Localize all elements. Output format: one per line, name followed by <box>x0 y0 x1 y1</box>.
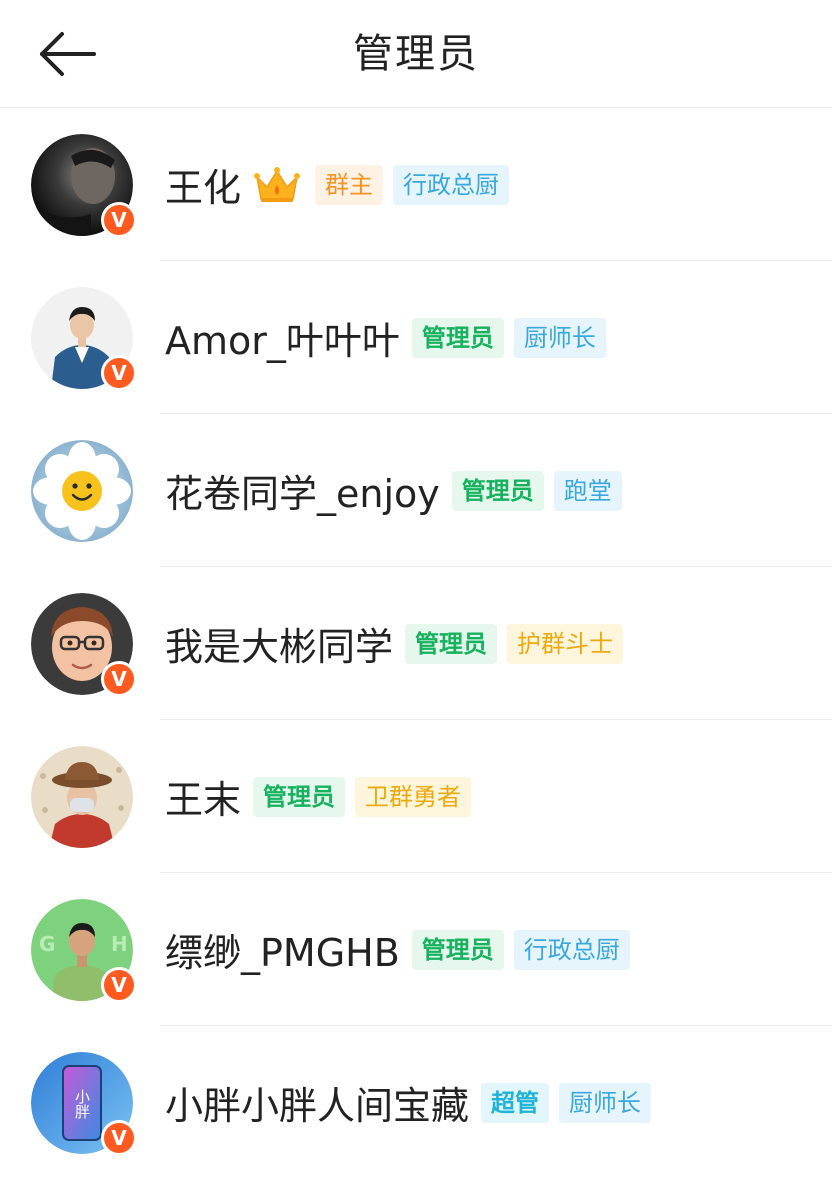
member-row[interactable]: 花卷同学_enjoy 管理员 跑堂 <box>0 414 832 567</box>
title-tag: 厨师长 <box>513 317 606 358</box>
role-tag: 管理员 <box>405 623 498 664</box>
verified-badge: V <box>101 355 137 391</box>
header-bar: 管理员 <box>0 0 832 108</box>
member-row[interactable]: G H V 缥缈_PMGHB 管理员 行政总厨 <box>0 873 832 1026</box>
member-info: Amor_叶叶叶 管理员 厨师长 <box>165 261 616 414</box>
svg-text:H: H <box>111 932 128 956</box>
member-info: 花卷同学_enjoy 管理员 跑堂 <box>165 414 632 567</box>
member-row[interactable]: 小胖 V 小胖小胖人间宝藏 超管 厨师长 <box>0 1026 832 1179</box>
title-tag: 厨师长 <box>559 1082 652 1123</box>
role-tag: 群主 <box>315 164 384 205</box>
member-row[interactable]: V 王化 群主 行政总厨 <box>0 108 832 261</box>
member-info: 我是大彬同学 管理员 护群斗士 <box>165 567 633 720</box>
title-tag: 跑堂 <box>553 470 622 511</box>
verified-badge: V <box>101 1120 137 1156</box>
member-name: 我是大彬同学 <box>165 625 394 669</box>
crown-icon <box>254 166 301 202</box>
role-tag: 管理员 <box>451 470 544 511</box>
verified-badge: V <box>101 661 137 697</box>
avatar-container[interactable]: V <box>31 134 137 238</box>
admin-list: V 王化 群主 行政总厨 V Amor_叶叶叶 管理员 厨师长 花卷同学_enj… <box>0 108 832 1179</box>
member-row[interactable]: V Amor_叶叶叶 管理员 厨师长 <box>0 261 832 414</box>
member-name: 王末 <box>165 778 242 822</box>
svg-text:G: G <box>39 932 55 956</box>
avatar-container[interactable] <box>31 440 133 542</box>
role-tag: 管理员 <box>253 776 346 817</box>
verified-badge: V <box>101 967 137 1003</box>
verified-badge: V <box>101 202 137 238</box>
avatar-text: 小胖 <box>73 1089 91 1120</box>
avatar-container[interactable]: V <box>31 287 137 391</box>
avatar <box>31 440 133 542</box>
title-tag: 行政总厨 <box>393 164 510 205</box>
role-tag: 管理员 <box>411 929 504 970</box>
member-name: 花卷同学_enjoy <box>165 472 440 516</box>
member-info: 王化 群主 行政总厨 <box>165 108 519 261</box>
member-info: 王末 管理员 卫群勇者 <box>165 720 481 873</box>
avatar-container[interactable]: 小胖 V <box>31 1052 137 1156</box>
member-info: 缥缈_PMGHB 管理员 行政总厨 <box>165 873 640 1026</box>
role-tag: 超管 <box>481 1082 550 1123</box>
avatar <box>31 746 133 848</box>
member-name: Amor_叶叶叶 <box>165 319 400 363</box>
role-tag: 管理员 <box>411 317 504 358</box>
member-name: 小胖小胖人间宝藏 <box>165 1084 470 1128</box>
member-name: 缥缈_PMGHB <box>165 931 400 975</box>
title-tag: 卫群勇者 <box>355 776 472 817</box>
avatar-container[interactable]: V <box>31 593 137 697</box>
member-row[interactable]: 王末 管理员 卫群勇者 <box>0 720 832 873</box>
title-tag: 行政总厨 <box>513 929 630 970</box>
page-title: 管理员 <box>353 31 479 77</box>
title-tag: 护群斗士 <box>507 623 624 664</box>
avatar-container[interactable]: G H V <box>31 899 137 1003</box>
member-info: 小胖小胖人间宝藏 超管 厨师长 <box>165 1026 661 1179</box>
member-row[interactable]: V 我是大彬同学 管理员 护群斗士 <box>0 567 832 720</box>
member-name: 王化 <box>165 166 242 210</box>
avatar-container[interactable] <box>31 746 133 848</box>
